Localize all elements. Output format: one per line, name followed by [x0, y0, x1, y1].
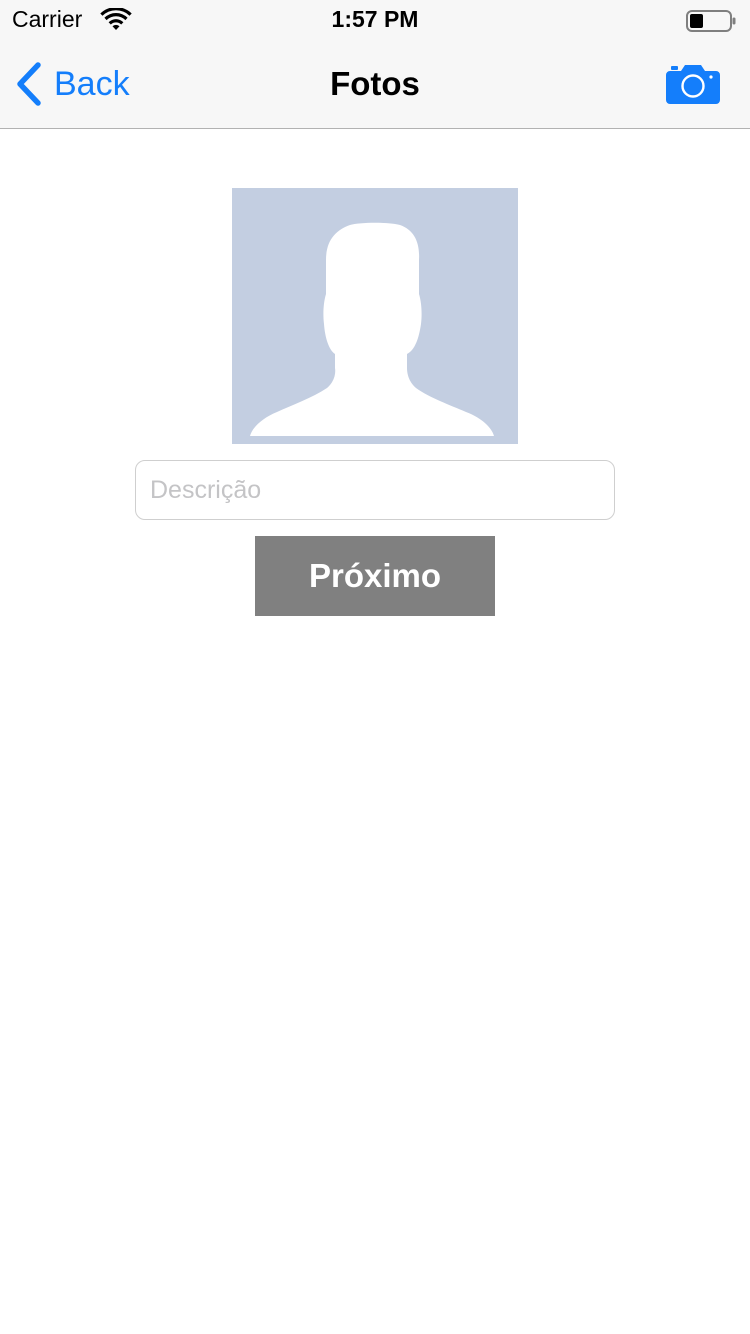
description-input[interactable]: [135, 460, 615, 520]
camera-icon[interactable]: [666, 62, 720, 104]
next-button[interactable]: Próximo: [255, 536, 495, 616]
back-label: Back: [54, 65, 130, 103]
navigation-bar: Back Fotos: [0, 40, 750, 129]
chevron-left-icon: [17, 62, 41, 106]
back-button[interactable]: Back: [14, 60, 130, 108]
status-bar: Carrier 1:57 PM: [0, 0, 750, 40]
battery-icon: [686, 10, 736, 32]
screen: Carrier 1:57 PM Back Fotos Descrição Pró…: [0, 0, 750, 1334]
clock: 1:57 PM: [331, 6, 419, 32]
person-placeholder-icon: [250, 222, 494, 436]
photo-placeholder[interactable]: [232, 188, 518, 444]
